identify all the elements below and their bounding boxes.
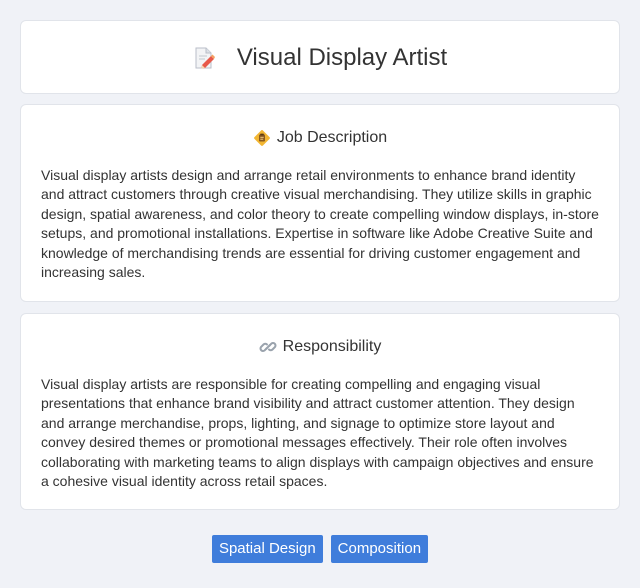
- page-title: Visual Display Artist: [236, 44, 448, 71]
- link-icon: [259, 338, 277, 356]
- document-pencil-icon: [193, 47, 215, 69]
- job-description-card: Job Description Visual display artists d…: [20, 104, 620, 302]
- tag-list: Spatial Design Composition: [0, 535, 640, 563]
- title-card: Visual Display Artist: [20, 20, 620, 94]
- tag-composition[interactable]: Composition: [330, 535, 429, 563]
- responsibility-title: Responsibility: [282, 338, 382, 355]
- job-description-header: Job Description: [21, 127, 619, 149]
- title-row: Visual Display Artist: [21, 21, 619, 95]
- job-description-text: Visual display artists design and arrang…: [41, 167, 599, 281]
- responsibility-header: Responsibility: [21, 336, 619, 358]
- responsibility-text: Visual display artists are responsible f…: [41, 376, 594, 490]
- responsibility-card: Responsibility Visual display artists ar…: [20, 313, 620, 510]
- tag-spatial-design[interactable]: Spatial Design: [211, 535, 323, 563]
- clipboard-badge-icon: [253, 129, 271, 147]
- job-description-title: Job Description: [276, 129, 388, 146]
